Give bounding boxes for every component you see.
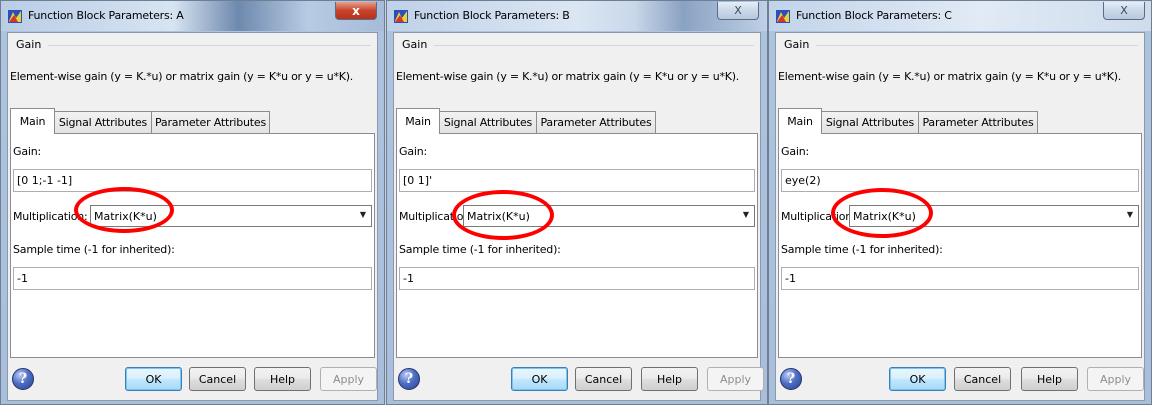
block-description: Element-wise gain (y = K.*u) or matrix g… [396,70,740,83]
window-title: Function Block Parameters: A [28,9,184,22]
question-mark-icon[interactable]: ? [780,368,802,390]
multiplication-label: Multiplication: [13,210,88,223]
gain-label: Gain: [399,145,427,158]
simulink-block-icon [8,10,22,23]
ok-button[interactable]: OK [511,367,568,391]
multiplication-select[interactable]: Matrix(K*u) ▼ [849,205,1139,227]
group-title: Gain [16,38,42,51]
cancel-button[interactable]: Cancel [575,367,632,391]
sample-time-label: Sample time (-1 for inherited): [399,243,561,256]
group-divider [48,45,371,46]
button-bar: ? OK Cancel Help Apply [776,360,1144,400]
gain-label: Gain: [781,145,809,158]
apply-button[interactable]: Apply [320,367,377,391]
multiplication-value: Matrix(K*u) [94,210,157,223]
tab-panel-main: Gain: eye(2) Multiplication: Matrix(K*u)… [778,133,1142,358]
question-mark-icon[interactable]: ? [12,368,34,390]
sample-time-label: Sample time (-1 for inherited): [13,243,175,256]
dialog-a: Function Block Parameters: A x Gain Elem… [0,0,385,405]
button-bar: ? OK Cancel Help Apply [8,360,377,400]
sample-time-input[interactable]: -1 [781,267,1139,290]
group-divider [816,45,1138,46]
sample-time-label: Sample time (-1 for inherited): [781,243,943,256]
tab-main[interactable]: Main [10,108,55,134]
gain-input[interactable]: [0 1;-1 -1] [13,169,372,192]
dialog-client: Gain Element-wise gain (y = K.*u) or mat… [393,32,764,401]
close-button[interactable]: X [717,2,759,20]
group-title: Gain [402,38,428,51]
dialog-client: Gain Element-wise gain (y = K.*u) or mat… [775,32,1145,401]
help-button[interactable]: Help [641,367,698,391]
title-bar[interactable]: Function Block Parameters: C X [769,1,1151,31]
question-mark-icon[interactable]: ? [398,368,420,390]
apply-button[interactable]: Apply [707,367,764,391]
tab-panel-main: Gain: [0 1;-1 -1] Multiplication: Matrix… [10,133,375,358]
tab-parameter-attributes[interactable]: Parameter Attributes [536,111,656,133]
gain-input[interactable]: [0 1]' [399,169,755,192]
tab-signal-attributes[interactable]: Signal Attributes [821,111,919,133]
block-description: Element-wise gain (y = K.*u) or matrix g… [778,70,1122,83]
cancel-button[interactable]: Cancel [954,367,1011,391]
dialog-b: Function Block Parameters: B X Gain Elem… [386,0,768,405]
tab-signal-attributes[interactable]: Signal Attributes [439,111,537,133]
gain-label: Gain: [13,145,41,158]
tab-main[interactable]: Main [396,108,440,134]
sample-time-input[interactable]: -1 [399,267,755,290]
multiplication-label: Multiplication: [781,210,856,223]
close-button[interactable]: X [1103,2,1145,20]
gain-input[interactable]: eye(2) [781,169,1139,192]
tab-signal-attributes[interactable]: Signal Attributes [54,111,152,133]
multiplication-select[interactable]: Matrix(K*u) ▼ [463,205,755,227]
apply-button[interactable]: Apply [1087,367,1144,391]
help-button[interactable]: Help [254,367,311,391]
group-divider [434,45,754,46]
multiplication-select[interactable]: Matrix(K*u) ▼ [90,205,372,227]
close-button[interactable]: x [335,2,377,20]
dialog-client: Gain Element-wise gain (y = K.*u) or mat… [7,32,378,401]
simulink-block-icon [776,10,790,23]
multiplication-value: Matrix(K*u) [853,210,916,223]
title-bar[interactable]: Function Block Parameters: B X [387,1,767,31]
tab-panel-main: Gain: [0 1]' Multiplication: Matrix(K*u)… [396,133,758,358]
tab-main[interactable]: Main [778,108,822,134]
help-button[interactable]: Help [1021,367,1078,391]
tab-parameter-attributes[interactable]: Parameter Attributes [151,111,270,133]
window-title: Function Block Parameters: B [414,9,570,22]
button-bar: ? OK Cancel Help Apply [394,360,764,400]
group-title: Gain [784,38,810,51]
chevron-down-icon: ▼ [742,210,749,219]
sample-time-input[interactable]: -1 [13,267,372,290]
ok-button[interactable]: OK [889,367,946,391]
tab-parameter-attributes[interactable]: Parameter Attributes [918,111,1038,133]
simulink-block-icon [394,10,408,23]
ok-button[interactable]: OK [125,367,182,391]
multiplication-value: Matrix(K*u) [467,210,530,223]
chevron-down-icon: ▼ [359,210,366,219]
dialog-c: Function Block Parameters: C X Gain Elem… [768,0,1152,405]
title-bar[interactable]: Function Block Parameters: A x [1,1,384,31]
cancel-button[interactable]: Cancel [189,367,246,391]
chevron-down-icon: ▼ [1126,210,1133,219]
block-description: Element-wise gain (y = K.*u) or matrix g… [10,70,354,83]
window-title: Function Block Parameters: C [796,9,952,22]
